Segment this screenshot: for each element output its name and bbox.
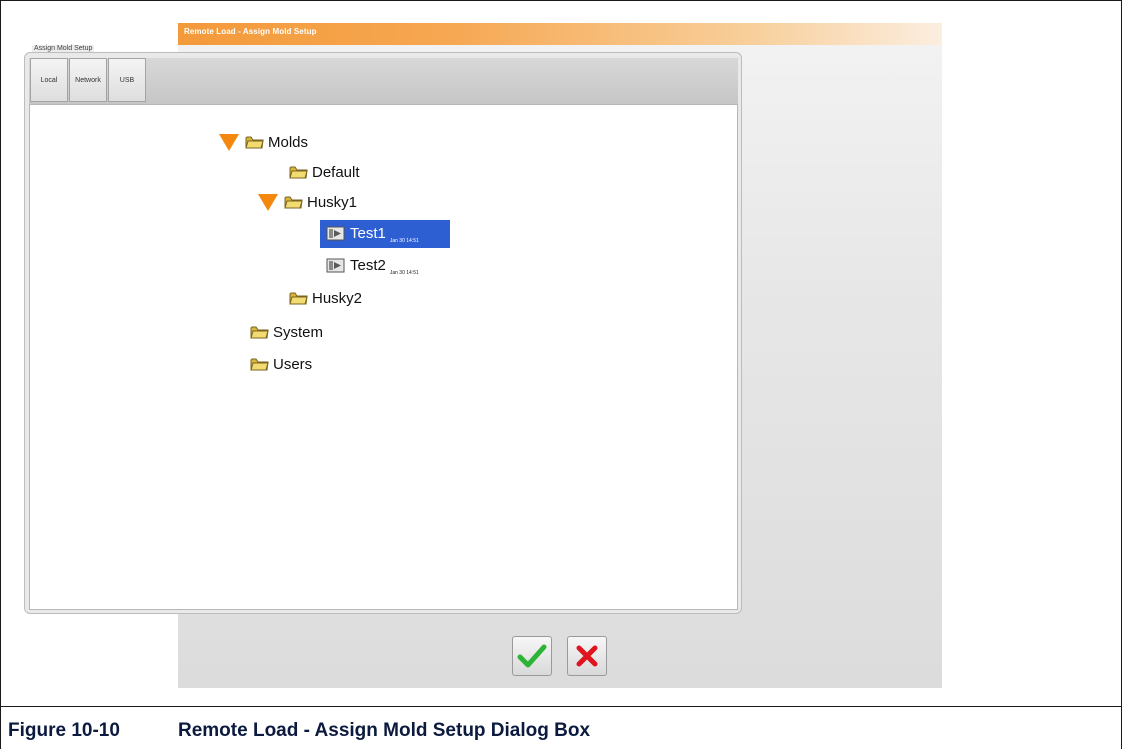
tree-item-label: Husky2 xyxy=(312,289,363,307)
tree-item-husky1[interactable]: Husky1 xyxy=(258,190,357,214)
mold-setup-file-icon xyxy=(326,258,345,272)
expand-arrow-icon[interactable] xyxy=(219,133,239,151)
folder-icon xyxy=(284,196,303,209)
tab-local[interactable]: Local xyxy=(30,58,68,102)
file-timestamp: Jan 30 14:51 xyxy=(389,270,419,276)
folder-icon xyxy=(250,326,269,339)
figure-number: Figure 10-10 xyxy=(8,720,120,741)
tree-item-label: Test1 xyxy=(350,224,386,242)
tree-item-label: Molds xyxy=(268,133,309,151)
group-label: Assign Mold Setup xyxy=(32,45,95,52)
tree-item-label: Users xyxy=(273,355,313,373)
tree-item-test2[interactable]: Test2 Jan 30 14:51 xyxy=(326,253,419,277)
tab-usb[interactable]: USB xyxy=(108,58,146,102)
expand-arrow-icon[interactable] xyxy=(258,193,278,211)
mold-setup-file-icon xyxy=(326,226,345,240)
tree-item-system[interactable]: System xyxy=(250,320,323,344)
checkmark-icon xyxy=(517,644,547,668)
figure-caption: Remote Load - Assign Mold Setup Dialog B… xyxy=(178,720,591,741)
folder-icon xyxy=(289,166,308,179)
tree-item-label: Default xyxy=(312,163,360,181)
tab-network[interactable]: Network xyxy=(69,58,107,102)
tree-item-test1[interactable]: Test1 Jan 30 14:51 xyxy=(326,221,419,245)
title-bar: Remote Load - Assign Mold Setup xyxy=(178,23,942,45)
cancel-button[interactable] xyxy=(567,636,607,676)
folder-icon xyxy=(289,292,308,305)
tree-item-users[interactable]: Users xyxy=(250,352,312,376)
tree-item-molds[interactable]: Molds xyxy=(219,130,308,154)
x-icon xyxy=(576,645,598,667)
folder-icon xyxy=(250,358,269,371)
tab-bar: Local Network USB xyxy=(29,58,738,105)
tree-item-label: System xyxy=(273,323,324,341)
tree-item-husky2[interactable]: Husky2 xyxy=(289,286,362,310)
dialog-title: Remote Load - Assign Mold Setup xyxy=(184,27,317,36)
file-timestamp: Jan 30 14:51 xyxy=(389,238,419,244)
mold-tree xyxy=(29,104,738,610)
ok-button[interactable] xyxy=(512,636,552,676)
folder-icon xyxy=(245,136,264,149)
tree-item-label: Test2 xyxy=(350,256,386,274)
tree-item-default[interactable]: Default xyxy=(289,160,360,184)
frame-divider xyxy=(0,706,1122,707)
tree-item-label: Husky1 xyxy=(307,193,358,211)
